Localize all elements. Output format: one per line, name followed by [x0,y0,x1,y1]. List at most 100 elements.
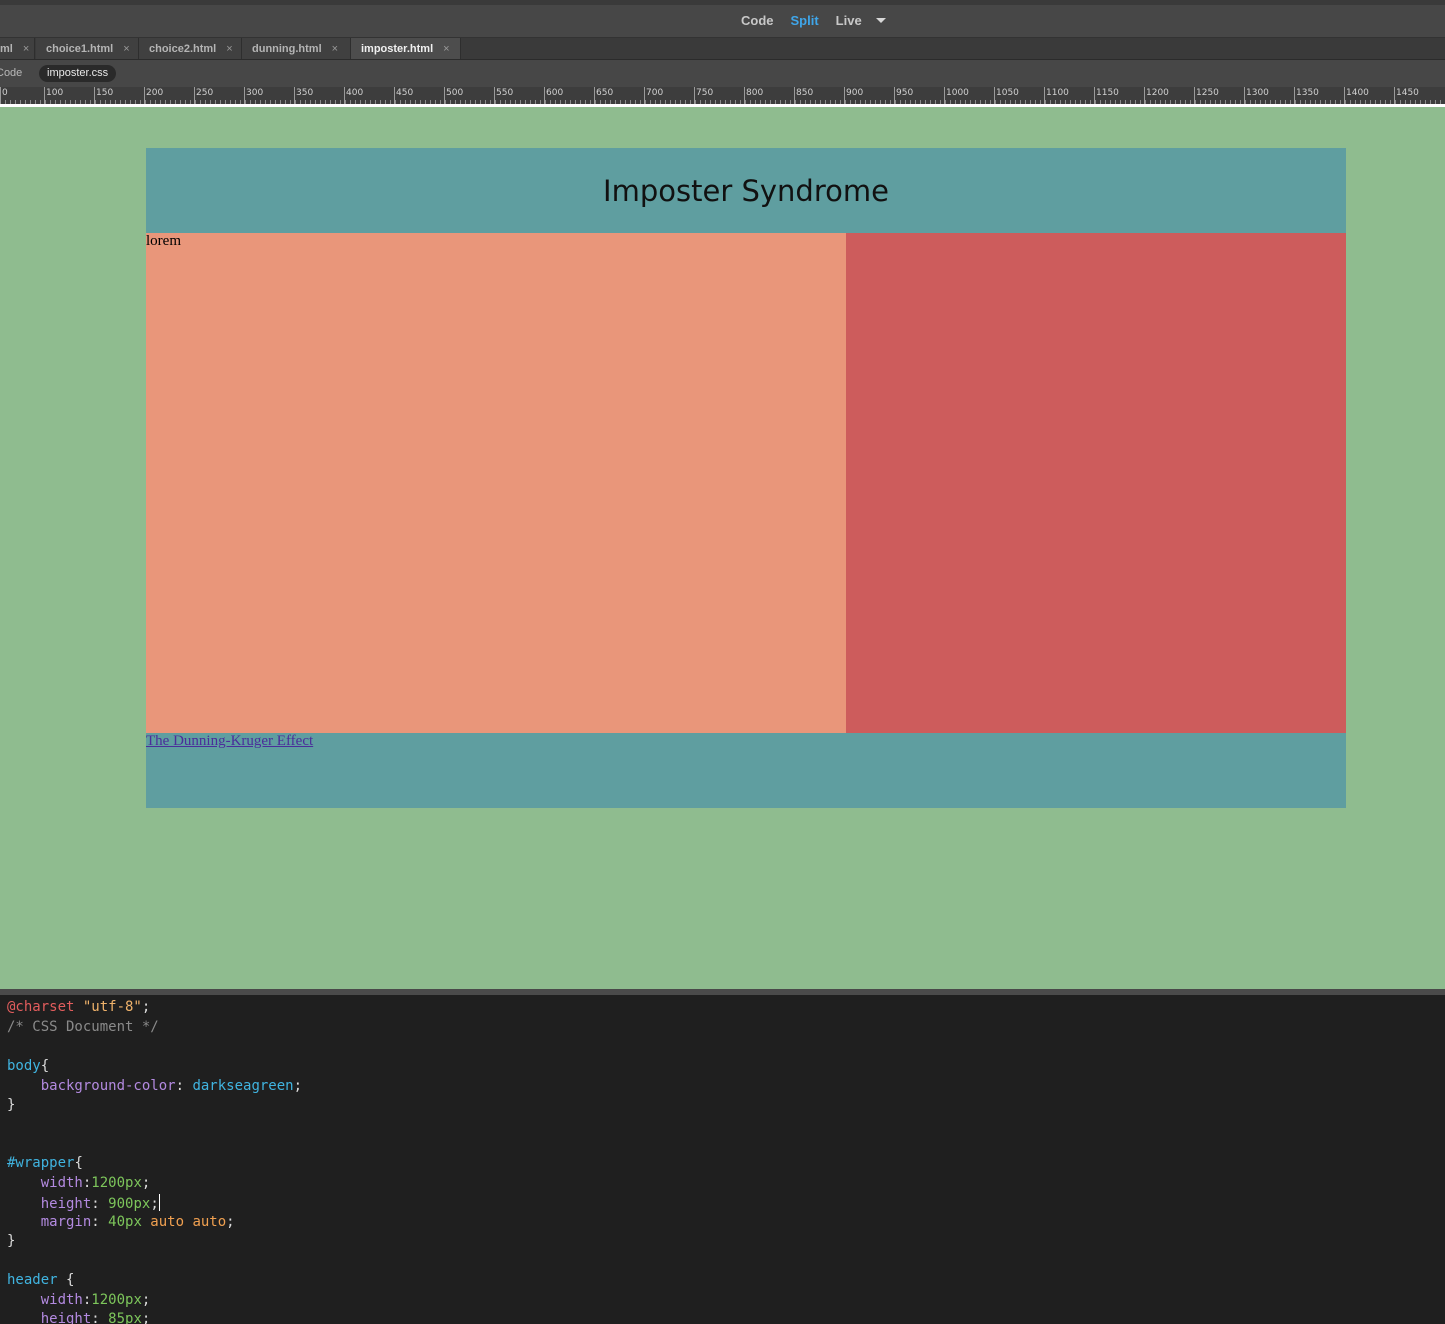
code-line: height: 85px; [7,1311,151,1324]
code-token: 85px [108,1311,142,1324]
tab-label: dunning.html [252,42,322,55]
code-token: : [91,1196,109,1212]
ruler-label: 350 [296,88,314,98]
code-token: #wrapper [7,1155,75,1171]
text-cursor [158,1194,160,1211]
ruler-label: 800 [746,88,764,98]
document-tabs: ml × choice1.html × choice2.html × dunni… [0,38,1445,60]
code-token: ; [141,999,151,1015]
code-token: margin [7,1214,92,1230]
code-line: background-color: darkseagreen; [7,1078,302,1097]
source-code-button[interactable]: Code [0,67,22,79]
code-token: ; [141,1292,151,1308]
code-editor[interactable]: @charset "utf-8";/* CSS Document */body{… [0,995,1445,1324]
ruler-label: 650 [596,88,614,98]
code-line: /* CSS Document */ [7,1019,159,1038]
code-token: } [7,1233,16,1249]
code-token: body [7,1058,41,1074]
close-icon[interactable]: × [123,43,129,55]
code-line: #wrapper{ [7,1155,83,1174]
ruler-label: 550 [496,88,514,98]
code-view-button[interactable]: Code [741,13,774,28]
ruler-label: 600 [546,88,564,98]
ruler-label: 450 [396,88,414,98]
related-file-imposter-css[interactable]: imposter.css [39,65,117,82]
ruler-label: 1050 [996,88,1019,98]
code-token: @charset [7,999,83,1015]
code-token: auto auto [141,1214,227,1230]
code-token: height [7,1196,92,1212]
code-line: } [7,1097,15,1116]
live-view-button[interactable]: Live [836,13,862,28]
site-header: Imposter Syndrome [146,148,1346,233]
main-text: lorem [146,233,181,249]
close-icon[interactable]: × [226,43,232,55]
live-options-chevron-down-icon[interactable] [875,18,886,23]
code-line: @charset "utf-8"; [7,999,150,1018]
ruler-label: 0 [2,88,8,98]
code-line: width:1200px; [7,1175,151,1194]
code-token: ; [150,1196,159,1212]
ruler-label: 850 [796,88,814,98]
dunning-kruger-link[interactable]: The Dunning-Kruger Effect [146,733,313,749]
close-icon[interactable]: × [443,43,449,55]
horizontal-ruler: 0 100 150 200 250 300 350 400 450 500 550 600 650 700… [0,87,1445,107]
code-token: /* CSS Document */ [7,1019,159,1035]
ruler-label: 1300 [1246,88,1269,98]
tab-label: choice1.html [46,42,114,55]
code-token: header [7,1272,58,1288]
ruler-label: 950 [896,88,914,98]
ruler-label: 1150 [1096,88,1119,98]
tab-choice1[interactable]: choice1.html × [36,38,139,59]
live-view: Imposter Syndrome lorem The Dunning-Krug… [0,107,1445,989]
split-view-button[interactable]: Split [791,13,819,28]
code-token: : [91,1214,109,1230]
ruler-label: 1100 [1046,88,1069,98]
ruler-label: 1200 [1146,88,1169,98]
tab-choice2[interactable]: choice2.html × [139,38,242,59]
code-line: } [7,1233,15,1252]
close-icon[interactable]: × [332,43,338,55]
code-token: 1200px [91,1292,142,1308]
ruler-label: 400 [346,88,364,98]
ruler-label: 150 [96,88,114,98]
page-title: Imposter Syndrome [603,173,889,208]
code-token: : [175,1078,193,1094]
ruler-label: 700 [646,88,664,98]
code-token: width [7,1292,83,1308]
ruler-label: 1000 [946,88,969,98]
ruler-label: 100 [46,88,64,98]
tab-label: choice2.html [149,42,217,55]
code-token: height [7,1311,92,1324]
ruler-label: 300 [246,88,264,98]
code-line: header { [7,1272,74,1291]
document-toolbar: Code Split Live [0,0,1445,38]
view-switcher: Code Split Live [741,13,886,28]
code-line: margin: 40px auto auto; [7,1214,235,1233]
code-token: ; [293,1078,303,1094]
code-token: } [7,1097,16,1113]
code-token: 40px [108,1214,142,1230]
related-files-bar: Code imposter.css [0,60,1445,87]
tab-label: imposter.html [361,42,434,55]
code-token: : [91,1311,109,1324]
ruler-label: 1450 [1396,88,1419,98]
ruler-label: 250 [196,88,214,98]
code-token: { [57,1272,75,1288]
code-token: "utf-8" [82,999,142,1015]
ruler-label: 1400 [1346,88,1369,98]
code-token: ; [226,1214,235,1230]
code-token: { [40,1058,50,1074]
tab-imposter[interactable]: imposter.html × [351,38,461,59]
content-area: lorem [146,233,1346,733]
close-icon[interactable]: × [23,43,29,55]
tab-ml[interactable]: ml × [0,38,35,59]
ruler-label: 200 [146,88,164,98]
page-wrapper: Imposter Syndrome lorem The Dunning-Krug… [146,148,1346,808]
code-token: 900px [108,1196,151,1212]
tab-dunning[interactable]: dunning.html × [242,38,351,59]
side-column [846,233,1346,733]
ruler-label: 1250 [1196,88,1219,98]
code-line: body{ [7,1058,49,1077]
site-footer: The Dunning-Kruger Effect [146,733,1346,808]
